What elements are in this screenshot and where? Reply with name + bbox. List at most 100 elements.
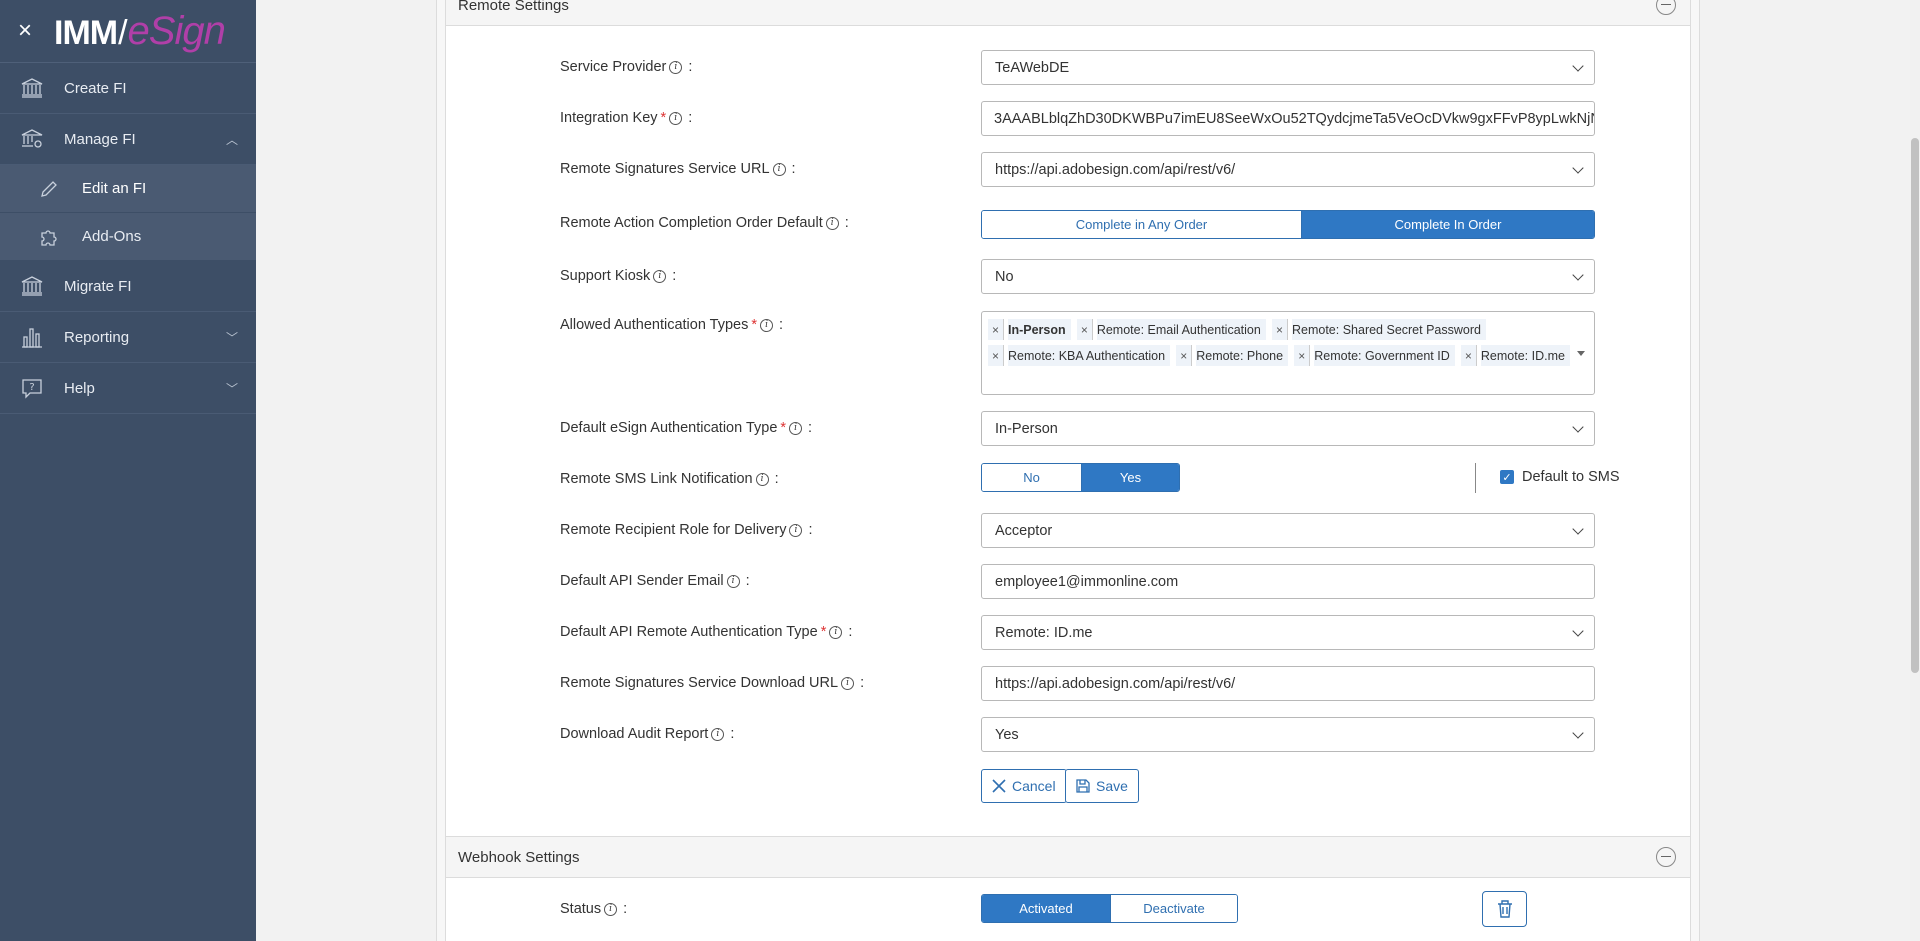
label-download-url: Remote Signatures Service Download URL i: xyxy=(560,675,864,691)
info-icon[interactable]: i xyxy=(789,421,803,435)
remove-tag-icon[interactable]: × xyxy=(1176,345,1193,366)
tag-label: Remote: KBA Authentication xyxy=(1008,345,1171,366)
info-icon[interactable]: i xyxy=(711,727,725,741)
service-url-select[interactable]: https://api.adobesign.com/api/rest/v6/ xyxy=(981,152,1595,187)
recipient-role-select[interactable]: Acceptor xyxy=(981,513,1595,548)
sender-email-input[interactable]: employee1@immonline.com xyxy=(981,564,1595,599)
remove-tag-icon[interactable]: × xyxy=(1271,319,1288,340)
sidebar-item-migrate-fi[interactable]: Migrate FI xyxy=(0,261,256,312)
remove-tag-icon[interactable]: × xyxy=(1460,345,1477,366)
deactivate-option[interactable]: Deactivate xyxy=(1110,895,1237,922)
activated-option[interactable]: Activated xyxy=(982,895,1110,922)
sms-yes-option[interactable]: Yes xyxy=(1081,464,1179,491)
colon: : xyxy=(808,420,813,436)
webhook-status-toggle: Activated Deactivate xyxy=(981,894,1238,923)
logo-esign: eSign xyxy=(127,9,226,53)
input-value: 3AAABLblqZhD30DKWBPu7imEU8SeeWxOu52TQydc… xyxy=(994,110,1595,127)
vertical-divider xyxy=(1475,463,1476,493)
sms-no-option[interactable]: No xyxy=(982,464,1081,491)
sidebar-item-create-fi[interactable]: Create FI xyxy=(0,63,256,114)
api-remote-auth-select[interactable]: Remote: ID.me xyxy=(981,615,1595,650)
auth-types-multiselect[interactable]: × In-Person × Remote: Email Authentication… xyxy=(981,311,1595,395)
info-icon[interactable]: i xyxy=(669,60,683,74)
download-url-input[interactable]: https://api.adobesign.com/api/rest/v6/ xyxy=(981,666,1595,701)
default-auth-select[interactable]: In-Person xyxy=(981,411,1595,446)
info-icon[interactable]: i xyxy=(841,676,855,690)
settings-panel: Remote Settings Service Provider i: TeAWe… xyxy=(436,0,1700,941)
label-text: Service Provider xyxy=(560,59,667,75)
tag-label: Remote: ID.me xyxy=(1480,345,1570,366)
label-sms-link: Remote SMS Link Notification i: xyxy=(560,471,779,487)
webhook-settings-header[interactable]: Webhook Settings xyxy=(445,836,1691,878)
chevron-down-icon xyxy=(1572,162,1584,174)
sidebar-item-add-ons[interactable]: Add-Ons xyxy=(0,213,256,261)
checkbox-label: Default to SMS xyxy=(1522,469,1620,485)
label-text: Download Audit Report xyxy=(560,726,709,742)
collapse-icon[interactable] xyxy=(1656,0,1676,15)
info-icon[interactable]: i xyxy=(772,162,786,176)
label-text: Remote Recipient Role for Delivery xyxy=(560,522,787,538)
logo-imm: IMM xyxy=(54,14,118,52)
sidebar-item-label: Manage FI xyxy=(64,130,136,148)
puzzle-icon xyxy=(38,226,60,248)
complete-any-order-option[interactable]: Complete in Any Order xyxy=(982,211,1301,238)
collapse-icon[interactable] xyxy=(1656,847,1676,867)
info-icon[interactable]: i xyxy=(653,269,667,283)
sidebar-item-reporting[interactable]: Reporting ﹀ xyxy=(0,312,256,363)
close-icon[interactable]: × xyxy=(18,17,40,45)
select-value: Yes xyxy=(995,726,1019,743)
button-label: Save xyxy=(1096,778,1128,794)
integration-key-input[interactable]: 3AAABLblqZhD30DKWBPu7imEU8SeeWxOu52TQydc… xyxy=(981,101,1595,136)
cancel-button[interactable]: Cancel xyxy=(981,769,1067,803)
remove-tag-icon[interactable]: × xyxy=(988,345,1004,366)
info-icon[interactable]: i xyxy=(760,318,774,332)
label-service-url: Remote Signatures Service URL i: xyxy=(560,161,796,177)
close-icon xyxy=(992,779,1006,793)
colon: : xyxy=(730,726,735,742)
save-button[interactable]: Save xyxy=(1065,769,1139,803)
info-icon[interactable]: i xyxy=(825,216,839,230)
delete-button[interactable] xyxy=(1482,891,1527,927)
select-value: Remote: ID.me xyxy=(995,624,1093,641)
page-scrollbar[interactable] xyxy=(1910,0,1920,941)
auth-tag: × In-Person xyxy=(988,319,1071,340)
tag-label: Remote: Shared Secret Password xyxy=(1291,319,1486,340)
app-logo: IMM / eSign xyxy=(54,9,226,53)
service-provider-select[interactable]: TeAWebDE xyxy=(981,50,1595,85)
label-sender-email: Default API Sender Email i: xyxy=(560,573,750,589)
colon: : xyxy=(808,522,813,538)
chevron-down-icon xyxy=(1572,421,1584,433)
scrollbar-thumb[interactable] xyxy=(1911,138,1919,673)
info-icon[interactable]: i xyxy=(789,523,803,537)
support-kiosk-select[interactable]: No xyxy=(981,259,1595,294)
default-sms-checkbox[interactable]: ✓ Default to SMS xyxy=(1500,469,1620,485)
sidebar-item-manage-fi[interactable]: Manage FI ︿ xyxy=(0,114,256,165)
remove-tag-icon[interactable]: × xyxy=(988,319,1004,340)
complete-in-order-option[interactable]: Complete In Order xyxy=(1301,211,1594,238)
auth-tag: × Remote: ID.me xyxy=(1460,345,1570,366)
chevron-down-icon: ﹀ xyxy=(225,381,238,396)
tag-label: Remote: Email Authentication xyxy=(1096,319,1266,340)
checkmark-icon: ✓ xyxy=(1500,470,1514,484)
sidebar-item-help[interactable]: ? Help ﹀ xyxy=(0,363,256,414)
remove-tag-icon[interactable]: × xyxy=(1294,345,1311,366)
auth-tag: × Remote: Government ID xyxy=(1294,345,1455,366)
label-recipient-role: Remote Recipient Role for Delivery i: xyxy=(560,522,812,538)
audit-report-select[interactable]: Yes xyxy=(981,717,1595,752)
info-icon[interactable]: i xyxy=(755,472,769,486)
label-text: Allowed Authentication Types xyxy=(560,317,749,333)
sidebar-item-edit-an-fi[interactable]: Edit an FI xyxy=(0,165,256,213)
info-icon[interactable]: i xyxy=(604,902,618,916)
remote-settings-header[interactable]: Remote Settings xyxy=(445,0,1691,26)
button-label: Cancel xyxy=(1012,778,1056,794)
info-icon[interactable]: i xyxy=(726,574,740,588)
info-icon[interactable]: i xyxy=(669,111,683,125)
section-title: Remote Settings xyxy=(458,0,569,14)
colon: : xyxy=(791,161,796,177)
colon: : xyxy=(774,471,779,487)
remove-tag-icon[interactable]: × xyxy=(1076,319,1093,340)
info-icon[interactable]: i xyxy=(829,625,843,639)
select-value: https://api.adobesign.com/api/rest/v6/ xyxy=(995,161,1236,178)
tag-label: Remote: Phone xyxy=(1196,345,1289,366)
dropdown-arrow-icon[interactable] xyxy=(1577,351,1585,356)
